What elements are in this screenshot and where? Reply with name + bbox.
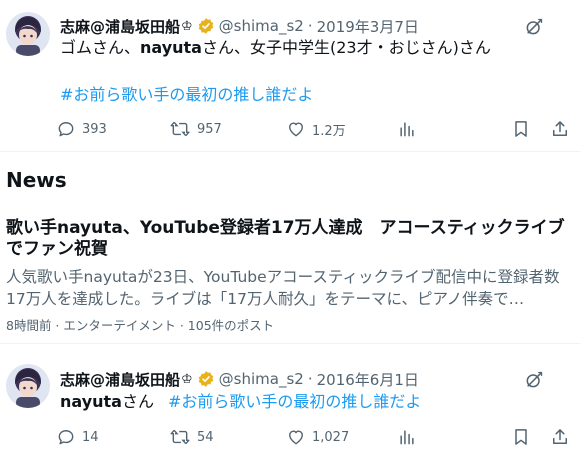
bookmark-icon (515, 429, 527, 445)
retweet-icon (170, 429, 190, 445)
tweet-text-bold: nayuta (140, 38, 202, 57)
views-icon (400, 122, 414, 137)
avatar[interactable] (6, 12, 50, 56)
like-button[interactable]: 1,027 (286, 426, 349, 448)
crown-glyph: ♔ (181, 18, 193, 34)
tweet-text: nayutaさん #お前ら歌い手の最初の推し誰だよ (60, 392, 568, 412)
avatar[interactable] (6, 364, 50, 408)
views-button[interactable] (397, 118, 417, 140)
bookmark-button[interactable] (511, 118, 531, 140)
share-icon (553, 121, 567, 136)
timestamp[interactable]: 2019年3月7日 (317, 16, 419, 37)
tweet-header: 志麻@浦島坂田船 ♔ @shima_s2 · 2016年6月1日 (60, 367, 580, 391)
share-icon (553, 429, 567, 444)
verified-badge-icon (197, 17, 215, 35)
views-button[interactable] (397, 426, 417, 448)
crown-glyph: ♔ (181, 371, 193, 387)
tweet-text-part: ゴムさん、 (60, 38, 141, 57)
separator-dot: · (307, 17, 313, 35)
author-name[interactable]: 志麻@浦島坂田船 (60, 369, 180, 390)
news-meta: 8時間前 · エンターテイメント · 105件のポスト (6, 318, 275, 333)
author-name[interactable]: 志麻@浦島坂田船 (60, 16, 180, 37)
tweet-text-bold: nayuta (60, 392, 122, 411)
share-button[interactable] (550, 426, 570, 448)
hashtag-line: #お前ら歌い手の最初の推し誰だよ (60, 85, 568, 105)
retweet-button[interactable]: 957 (169, 118, 222, 140)
bookmark-icon (515, 121, 527, 137)
retweet-icon (170, 121, 190, 137)
like-count: 1.2万 (312, 123, 346, 139)
reply-button[interactable]: 393 (56, 118, 107, 140)
retweet-count: 54 (197, 429, 214, 445)
tweet-text: ゴムさん、nayutaさん、女子中学生(23才・おじさん)さん (60, 38, 568, 58)
reply-icon (58, 122, 74, 137)
hashtag-link[interactable]: #お前ら歌い手の最初の推し誰だよ (60, 85, 313, 104)
bookmark-button[interactable] (511, 426, 531, 448)
divider (0, 151, 580, 152)
like-count: 1,027 (312, 429, 350, 445)
tweet-header: 志麻@浦島坂田船 ♔ @shima_s2 · 2019年3月7日 (60, 14, 580, 38)
retweet-button[interactable]: 54 (169, 426, 214, 448)
separator-dot: · (307, 370, 313, 388)
grok-icon[interactable] (524, 370, 544, 394)
reply-count: 14 (82, 429, 99, 445)
like-button[interactable]: 1.2万 (286, 118, 346, 140)
news-section-title: News (6, 168, 67, 192)
news-headline[interactable]: 歌い手nayuta、YouTube登録者17万人達成 アコースティックライブでフ… (6, 218, 574, 260)
timestamp[interactable]: 2016年6月1日 (317, 369, 419, 390)
share-button[interactable] (550, 118, 570, 140)
tweet-1[interactable]: 志麻@浦島坂田船 ♔ @shima_s2 · 2019年3月7日 ゴムさん、na… (0, 0, 580, 150)
like-icon (289, 430, 303, 445)
author-handle[interactable]: @shima_s2 (219, 17, 304, 35)
news-summary[interactable]: 人気歌い手nayutaが23日、YouTubeアコースティックライブ配信中に登録… (6, 266, 574, 310)
tweet-actions: 14 54 1,027 (56, 426, 580, 448)
retweet-count: 957 (197, 121, 222, 137)
like-icon (289, 122, 303, 137)
views-icon (400, 430, 414, 445)
verified-badge-icon (197, 370, 215, 388)
divider (0, 343, 580, 344)
tweet-actions: 393 957 1.2万 (56, 118, 580, 140)
tweet-2[interactable]: 志麻@浦島坂田船 ♔ @shima_s2 · 2016年6月1日 nayutaさ… (0, 352, 580, 451)
tweet-text-part: さん (121, 392, 154, 411)
hashtag-link[interactable]: #お前ら歌い手の最初の推し誰だよ (168, 392, 421, 411)
tweet-text-part: さん、女子中学生(23才・おじさん)さん (201, 38, 491, 57)
author-handle[interactable]: @shima_s2 (219, 370, 304, 388)
reply-icon (58, 430, 74, 445)
reply-button[interactable]: 14 (56, 426, 99, 448)
reply-count: 393 (82, 121, 107, 137)
